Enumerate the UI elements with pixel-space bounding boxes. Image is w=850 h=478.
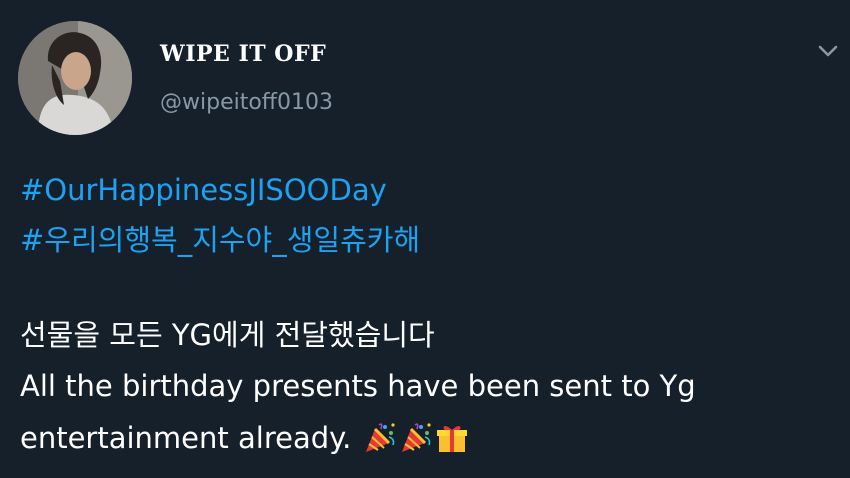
chevron-down-icon[interactable] <box>814 39 842 63</box>
hashtag-link[interactable]: #OurHappinessJISOODay <box>20 170 387 210</box>
display-name[interactable]: WIPE IT OFF <box>160 41 326 67</box>
tweet-text-english-line2-text: entertainment already. <box>20 421 352 455</box>
tweet-text-english-line2: entertainment already. <box>20 418 469 458</box>
avatar-photo <box>18 21 132 135</box>
tweet-text-korean: 선물을 모든 YG에게 전달했습니다 <box>20 318 435 352</box>
hashtag-link[interactable]: #우리의행복_지수야_생일츄카해 <box>20 220 420 260</box>
party-popper-icon <box>399 421 433 455</box>
gift-icon <box>435 421 469 455</box>
avatar[interactable] <box>18 21 132 135</box>
tweet-text-english-line1: All the birthday presents have been sent… <box>20 369 696 403</box>
user-handle[interactable]: @wipeitoff0103 <box>160 90 333 115</box>
party-popper-icon <box>363 421 397 455</box>
tweet: WIPE IT OFF @wipeitoff0103 #OurHappiness… <box>0 0 850 478</box>
